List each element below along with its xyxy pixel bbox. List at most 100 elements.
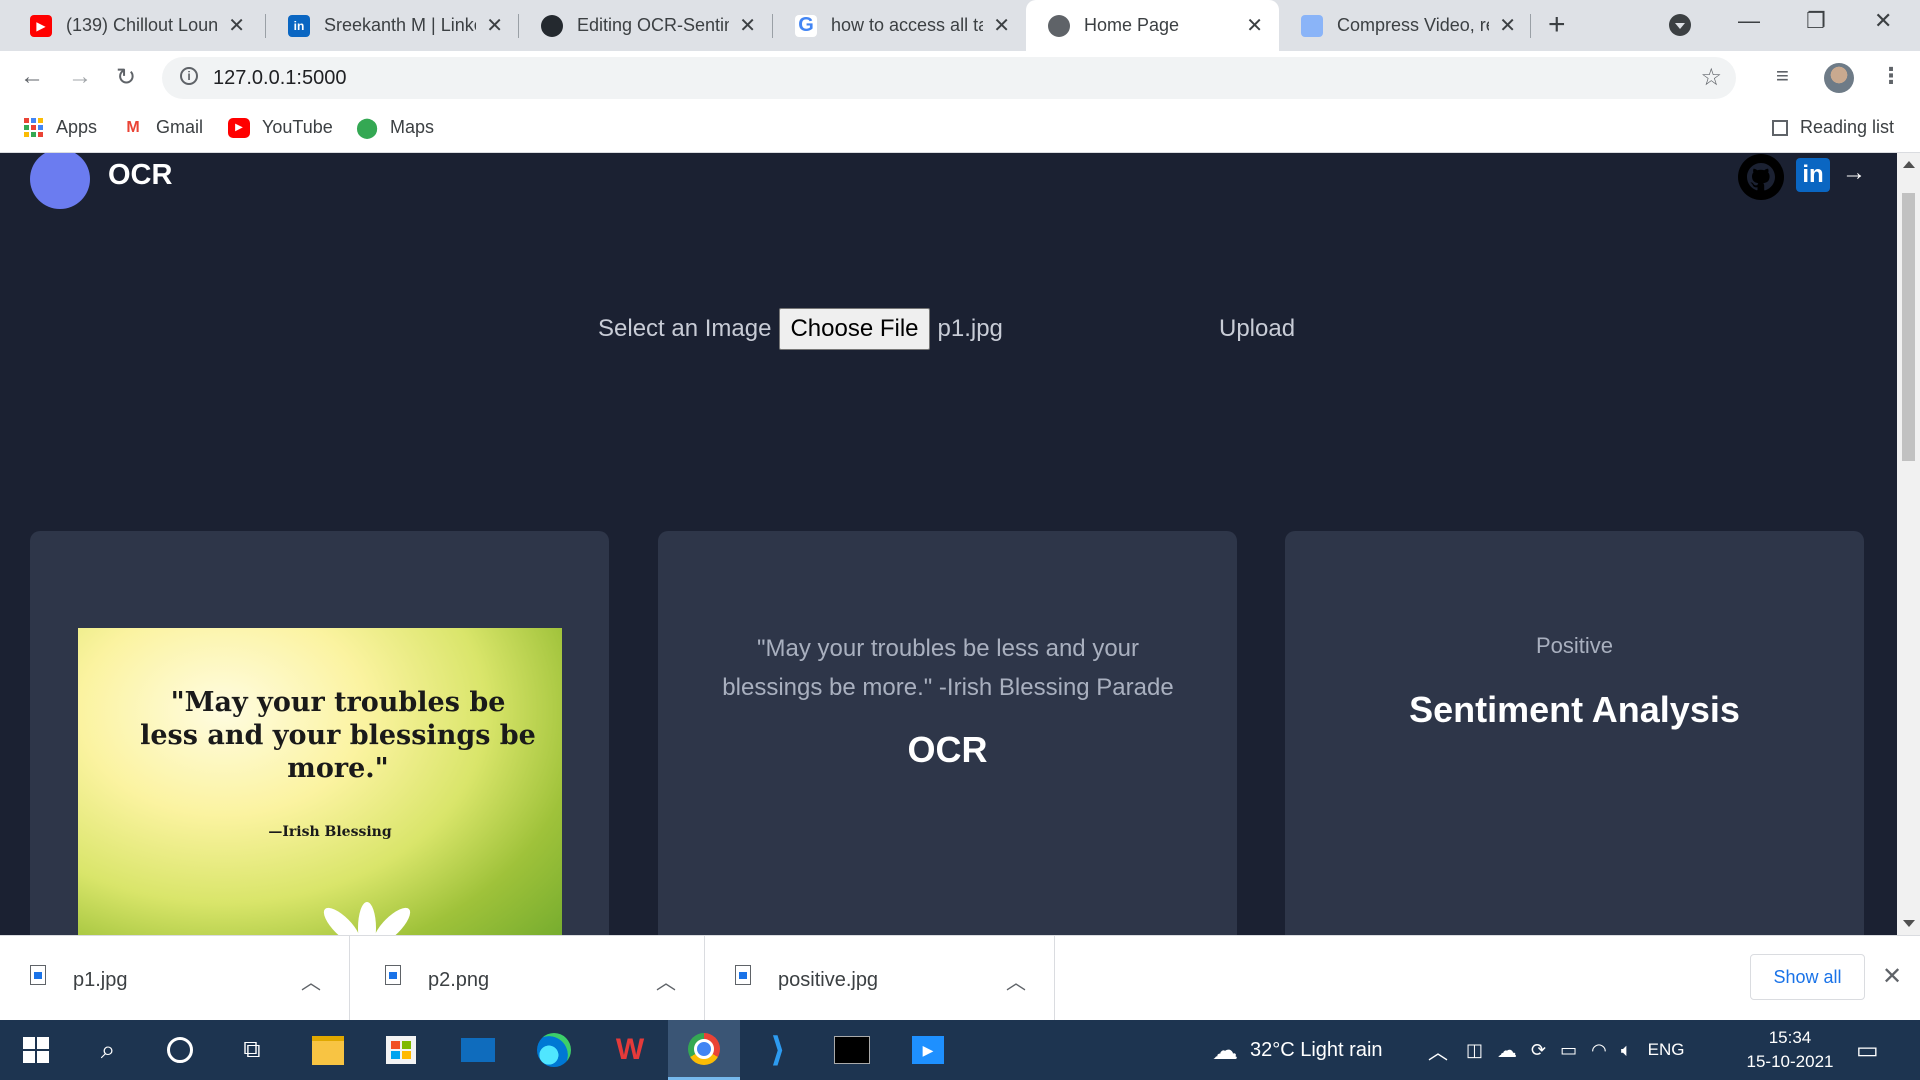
chevron-up-icon[interactable]: ︿ <box>301 966 321 995</box>
chevron-up-icon[interactable]: ︿ <box>1006 966 1026 995</box>
tab-title: how to access all ta <box>831 15 984 35</box>
image-file-icon <box>735 965 751 985</box>
choose-file-button[interactable]: Choose File <box>779 308 930 350</box>
tab-linkedin[interactable]: in Sreekanth M | Linke ✕ <box>266 0 519 51</box>
windows-start-icon[interactable] <box>0 1020 72 1080</box>
download-item[interactable]: p1.jpg ︿ <box>0 936 350 1021</box>
bookmark-maps[interactable]: ⬤ Maps <box>355 117 435 139</box>
bookmark-star-icon[interactable]: ☆ <box>1700 63 1722 92</box>
chevron-up-icon[interactable]: ︿ <box>656 966 676 995</box>
restore-icon[interactable]: ❐ <box>1806 8 1826 34</box>
show-all-downloads-button[interactable]: Show all <box>1750 954 1865 1000</box>
image-file-icon <box>30 965 46 985</box>
scroll-down-arrow-icon[interactable] <box>1903 920 1915 927</box>
bookmark-label: Apps <box>56 117 98 137</box>
mail-icon[interactable] <box>442 1020 514 1080</box>
select-image-label: Select an Image <box>598 315 772 342</box>
language-indicator[interactable]: ENG <box>1648 1040 1685 1060</box>
clock-time: 15:34 <box>1768 1028 1812 1047</box>
scroll-up-arrow-icon[interactable] <box>1903 161 1915 168</box>
media-control-icon[interactable]: ≡ <box>1776 63 1789 89</box>
bookmark-gmail[interactable]: M Gmail <box>122 117 203 138</box>
volume-icon[interactable]: 🔈︎ <box>1621 1040 1632 1061</box>
tab-search-icon[interactable] <box>1669 14 1691 36</box>
brand-title[interactable]: OCR <box>108 159 172 192</box>
sentiment-card: Positive Sentiment Analysis <box>1285 531 1864 935</box>
ocr-card: "May your troubles be less and your bles… <box>658 531 1237 935</box>
tab-github[interactable]: Editing OCR-Sentim ✕ <box>519 0 772 51</box>
notifications-icon[interactable]: ▭ <box>1856 1020 1879 1080</box>
tab-title: Editing OCR-Sentim <box>577 15 730 35</box>
tab-youtube[interactable]: ▶ (139) Chillout Loung ✕ <box>8 0 261 51</box>
close-tab-icon[interactable]: ✕ <box>739 13 756 38</box>
globe-icon <box>1048 14 1070 37</box>
tab-google[interactable]: G how to access all ta ✕ <box>773 0 1026 51</box>
bookmark-youtube[interactable]: ▶ YouTube <box>228 117 333 138</box>
bookmark-apps[interactable]: Apps <box>22 117 97 138</box>
close-tab-icon[interactable]: ✕ <box>993 13 1010 38</box>
task-view-icon[interactable]: ⧉ <box>216 1020 288 1080</box>
close-tab-icon[interactable]: ✕ <box>1246 13 1263 38</box>
microsoft-store-icon[interactable] <box>365 1020 437 1080</box>
vscode-icon[interactable]: ⟩ <box>742 1020 814 1080</box>
windows-taskbar: ⌕ ⧉ W ⟩ ▶ ☁ 32°C Light rain ︿ ◫ ☁ ⟳ ▭ ◠ <box>0 1020 1920 1080</box>
address-bar[interactable]: i 127.0.0.1:5000 ☆ <box>162 57 1736 99</box>
linkedin-icon[interactable]: in <box>1796 158 1830 192</box>
forward-arrow-icon[interactable]: → <box>68 63 92 91</box>
video-editor-icon[interactable]: ▶ <box>892 1020 964 1080</box>
terminal-icon[interactable] <box>816 1020 888 1080</box>
chevron-up-icon[interactable]: ︿ <box>1428 1036 1448 1065</box>
close-tab-icon[interactable]: ✕ <box>1499 13 1516 38</box>
page-scrollbar[interactable] <box>1897 153 1920 935</box>
download-item[interactable]: positive.jpg ︿ <box>705 936 1055 1021</box>
site-info-icon[interactable]: i <box>180 67 198 85</box>
wifi-icon[interactable]: ◠ <box>1591 1040 1607 1061</box>
window-close-icon[interactable]: ✕ <box>1874 8 1892 34</box>
onedrive-icon[interactable]: ☁ <box>1497 1038 1517 1063</box>
file-explorer-icon[interactable] <box>292 1020 364 1080</box>
url-text[interactable]: 127.0.0.1:5000 <box>213 67 346 90</box>
edge-browser-icon[interactable] <box>518 1020 590 1080</box>
menu-kebab-icon[interactable]: ⋮ <box>1880 63 1902 89</box>
maps-pin-icon: ⬤ <box>355 117 379 139</box>
weather-widget[interactable]: ☁ 32°C Light rain <box>1212 1020 1383 1080</box>
search-icon[interactable]: ⌕ <box>72 1020 144 1080</box>
site-logo[interactable] <box>30 153 90 209</box>
bookmark-label: Gmail <box>156 117 204 137</box>
profile-avatar[interactable] <box>1824 63 1854 93</box>
selected-file-name: p1.jpg <box>937 315 1003 342</box>
tab-compress-video[interactable]: Compress Video, re ✕ <box>1279 0 1532 51</box>
download-file-name: p2.png <box>428 969 490 991</box>
scrollbar-thumb[interactable] <box>1902 193 1915 461</box>
github-icon[interactable] <box>1737 153 1785 201</box>
close-shelf-icon[interactable]: ✕ <box>1882 962 1902 991</box>
cloud-rain-icon: ☁ <box>1212 1034 1238 1065</box>
youtube-icon: ▶ <box>30 14 52 37</box>
download-item[interactable]: p2.png ︿ <box>355 936 705 1021</box>
battery-icon[interactable]: ▭ <box>1560 1040 1577 1061</box>
compress-icon <box>1301 14 1323 37</box>
upload-button[interactable]: Upload <box>1219 315 1295 343</box>
reading-list-button[interactable]: Reading list <box>1772 117 1894 138</box>
clock[interactable]: 15:34 15-10-2021 <box>1740 1026 1840 1074</box>
arrow-right-icon[interactable]: → <box>1842 159 1866 187</box>
image-quote-author: —Irish Blessing <box>268 824 392 840</box>
meet-now-icon[interactable]: ◫ <box>1466 1040 1483 1061</box>
tab-title: (139) Chillout Loung <box>66 15 219 35</box>
youtube-icon: ▶ <box>228 117 250 138</box>
tab-home-page[interactable]: Home Page ✕ <box>1026 0 1279 51</box>
close-tab-icon[interactable]: ✕ <box>228 13 245 38</box>
web-page: OCR in → Select an Image Choose File p1.… <box>0 153 1897 935</box>
minimize-icon[interactable]: — <box>1738 8 1760 34</box>
reload-icon[interactable]: ↻ <box>116 63 136 92</box>
chrome-icon[interactable] <box>668 1020 740 1080</box>
bookmark-label: Maps <box>390 117 435 137</box>
update-icon[interactable]: ⟳ <box>1531 1040 1546 1061</box>
google-icon: G <box>795 14 817 37</box>
back-arrow-icon[interactable]: ← <box>20 63 44 91</box>
cortana-icon[interactable] <box>144 1020 216 1080</box>
upload-form: Select an Image Choose File p1.jpg <box>598 308 1003 350</box>
close-tab-icon[interactable]: ✕ <box>486 13 503 38</box>
wps-office-icon[interactable]: W <box>594 1020 666 1080</box>
new-tab-button[interactable]: + <box>1548 8 1566 42</box>
